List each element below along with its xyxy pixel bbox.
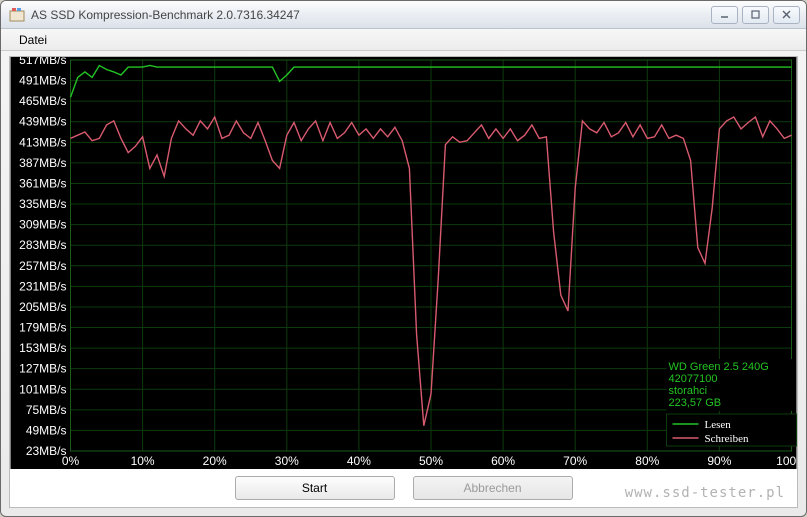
x-tick-label: 20% bbox=[203, 454, 227, 468]
y-tick-label: 127MB/s bbox=[19, 362, 66, 376]
button-bar: Start Abbrechen bbox=[10, 469, 797, 507]
menubar: Datei bbox=[1, 29, 806, 51]
y-tick-label: 101MB/s bbox=[19, 382, 66, 396]
x-tick-label: 90% bbox=[707, 454, 731, 468]
window-title: AS SSD Kompression-Benchmark 2.0.7316.34… bbox=[31, 8, 711, 22]
x-tick-label: 50% bbox=[419, 454, 443, 468]
start-button[interactable]: Start bbox=[235, 476, 395, 500]
y-tick-label: 491MB/s bbox=[19, 74, 66, 88]
x-tick-label: 70% bbox=[563, 454, 587, 468]
y-tick-label: 387MB/s bbox=[19, 156, 66, 170]
legend-write: Schreiben bbox=[705, 433, 749, 445]
y-tick-label: 283MB/s bbox=[19, 238, 66, 252]
y-tick-label: 231MB/s bbox=[19, 279, 66, 293]
y-tick-label: 23MB/s bbox=[26, 444, 67, 458]
device-info-line: storahci bbox=[669, 385, 708, 397]
y-tick-label: 465MB/s bbox=[19, 94, 66, 108]
x-tick-label: 100% bbox=[776, 454, 797, 468]
abort-button: Abbrechen bbox=[413, 476, 573, 500]
app-icon bbox=[9, 7, 25, 23]
y-tick-label: 517MB/s bbox=[19, 57, 66, 67]
x-tick-label: 40% bbox=[347, 454, 371, 468]
y-tick-label: 439MB/s bbox=[19, 115, 66, 129]
minimize-button[interactable] bbox=[711, 6, 738, 24]
content-panel: 23MB/s 49MB/s 75MB/s 101MB/s 127MB/s 153MB/s 1… bbox=[9, 56, 798, 508]
device-info-line: 42077100 bbox=[669, 373, 718, 385]
device-info-line: WD Green 2.5 240G bbox=[669, 361, 769, 373]
menu-file[interactable]: Datei bbox=[11, 31, 55, 49]
x-tick-label: 80% bbox=[635, 454, 659, 468]
titlebar[interactable]: AS SSD Kompression-Benchmark 2.0.7316.34… bbox=[1, 1, 806, 29]
x-tick-label: 0% bbox=[62, 454, 80, 468]
x-tick-label: 30% bbox=[275, 454, 299, 468]
x-tick-label: 60% bbox=[491, 454, 515, 468]
y-tick-label: 153MB/s bbox=[19, 341, 66, 355]
y-tick-label: 205MB/s bbox=[19, 300, 66, 314]
close-button[interactable] bbox=[773, 6, 800, 24]
y-tick-label: 49MB/s bbox=[26, 423, 67, 437]
app-window: AS SSD Kompression-Benchmark 2.0.7316.34… bbox=[0, 0, 807, 517]
window-controls bbox=[711, 6, 800, 24]
y-tick-label: 179MB/s bbox=[19, 321, 66, 335]
legend-read: Lesen bbox=[705, 419, 732, 431]
device-info-line: 223,57 GB bbox=[669, 397, 722, 409]
maximize-button[interactable] bbox=[742, 6, 769, 24]
y-tick-label: 309MB/s bbox=[19, 218, 66, 232]
y-tick-label: 75MB/s bbox=[26, 403, 67, 417]
y-tick-label: 361MB/s bbox=[19, 176, 66, 190]
chart-area: 23MB/s 49MB/s 75MB/s 101MB/s 127MB/s 153MB/s 1… bbox=[10, 57, 797, 469]
benchmark-chart: 23MB/s 49MB/s 75MB/s 101MB/s 127MB/s 153MB/s 1… bbox=[10, 57, 797, 469]
y-tick-label: 257MB/s bbox=[19, 259, 66, 273]
y-tick-label: 413MB/s bbox=[19, 135, 66, 149]
y-tick-label: 335MB/s bbox=[19, 197, 66, 211]
x-tick-label: 10% bbox=[131, 454, 155, 468]
